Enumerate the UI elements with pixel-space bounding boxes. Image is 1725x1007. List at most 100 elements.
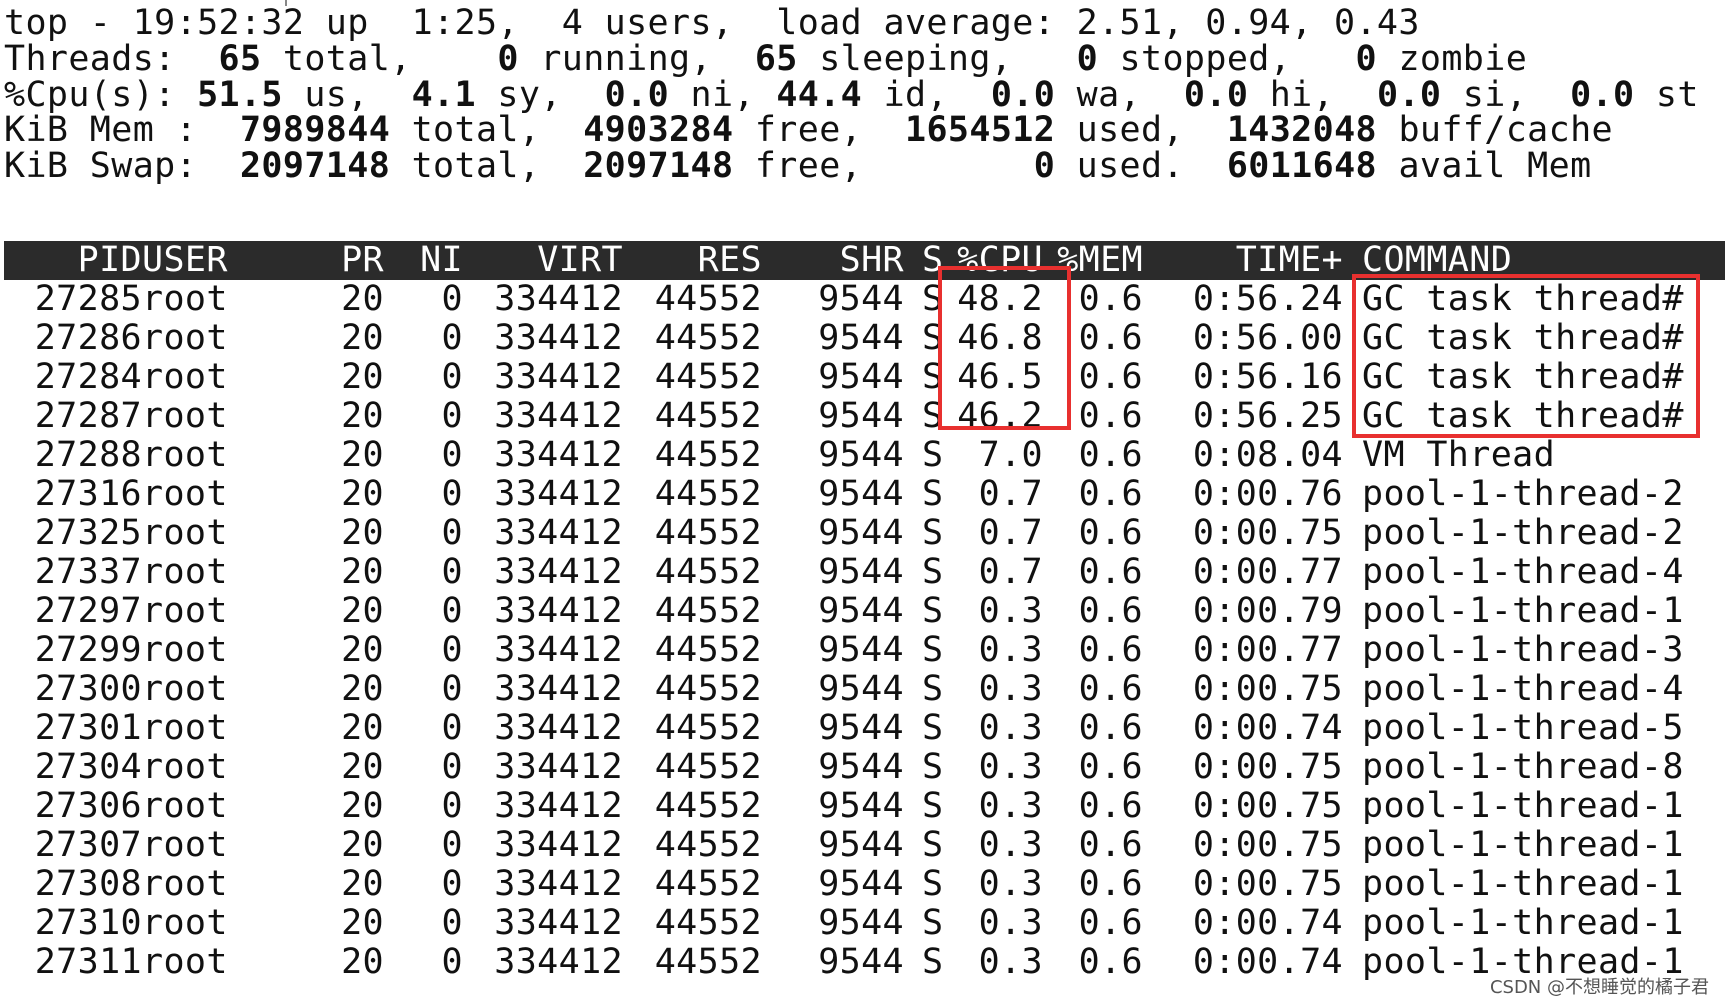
cell-pr: 20 — [341, 903, 384, 943]
top-uptime-line: top - 19:52:32 up 1:25, 4 users, load av… — [4, 3, 1420, 43]
cell-time: 0:00.74 — [1192, 942, 1343, 982]
table-row[interactable]: 27288 root 20 0 334412 44552 9544 S 7.0 0.6 0:08.0… — [0, 436, 1725, 475]
cell-pr: 20 — [341, 474, 384, 514]
table-row[interactable]: 27301 root 20 0 334412 44552 9544 S 0.3 0.6 0:00.7… — [0, 709, 1725, 748]
cell-ni: 0 — [441, 864, 463, 904]
cell-ni: 0 — [441, 552, 463, 592]
cell-state: S — [922, 903, 944, 943]
cell-time: 0:00.75 — [1192, 747, 1343, 787]
cell-state: S — [922, 513, 944, 553]
table-row[interactable]: 27310 root 20 0 334412 44552 9544 S 0.3 0.6 0:00.7… — [0, 904, 1725, 943]
cell-res: 44552 — [654, 435, 762, 475]
cell-time: 0:56.24 — [1192, 279, 1343, 319]
cell-res: 44552 — [654, 552, 762, 592]
cell-command: pool-1-thread-4 — [1362, 669, 1684, 709]
cell-pr: 20 — [341, 318, 384, 358]
cell-time: 0:56.00 — [1192, 318, 1343, 358]
cell-res: 44552 — [654, 942, 762, 982]
cell-virt: 334412 — [494, 669, 623, 709]
cell-pid: 27306 — [34, 786, 142, 826]
threads-summary-line: Threads: 65 total, 0 running, 65 sleepin… — [4, 39, 1528, 79]
cell-shr: 9544 — [818, 942, 904, 982]
cell-state: S — [922, 669, 944, 709]
cell-shr: 9544 — [818, 435, 904, 475]
table-row[interactable]: 27311 root 20 0 334412 44552 9544 S 0.3 0.6 0:00.7… — [0, 943, 1725, 982]
cell-ni: 0 — [441, 513, 463, 553]
cell-res: 44552 — [654, 747, 762, 787]
cpu-highlight-box — [938, 266, 1071, 430]
cell-state: S — [922, 942, 944, 982]
cell-pid: 27299 — [34, 630, 142, 670]
cell-mem: 0.6 — [1078, 552, 1143, 592]
cell-ni: 0 — [441, 396, 463, 436]
cell-shr: 9544 — [818, 825, 904, 865]
cell-cpu: 0.7 — [978, 552, 1043, 592]
cell-ni: 0 — [441, 591, 463, 631]
cell-time: 0:56.25 — [1192, 396, 1343, 436]
cell-virt: 334412 — [494, 708, 623, 748]
table-row[interactable]: 27316 root 20 0 334412 44552 9544 S 0.7 0.6 0:00.7… — [0, 475, 1725, 514]
table-row[interactable]: 27307 root 20 0 334412 44552 9544 S 0.3 0.6 0:00.7… — [0, 826, 1725, 865]
cell-virt: 334412 — [494, 318, 623, 358]
cell-user: root — [142, 513, 228, 553]
cell-pid: 27288 — [34, 435, 142, 475]
cell-res: 44552 — [654, 357, 762, 397]
cell-virt: 334412 — [494, 357, 623, 397]
cell-ni: 0 — [441, 942, 463, 982]
cell-shr: 9544 — [818, 669, 904, 709]
cell-command: pool-1-thread-1 — [1362, 591, 1684, 631]
cell-state: S — [922, 747, 944, 787]
cell-mem: 0.6 — [1078, 396, 1143, 436]
cell-pid: 27316 — [34, 474, 142, 514]
swap-summary-line: KiB Swap: 2097148 total, 2097148 free, 0… — [4, 146, 1592, 186]
cell-pr: 20 — [341, 435, 384, 475]
table-row[interactable]: 27304 root 20 0 334412 44552 9544 S 0.3 0.6 0:00.7… — [0, 748, 1725, 787]
cell-mem: 0.6 — [1078, 318, 1143, 358]
cell-pid: 27337 — [34, 552, 142, 592]
cell-command: pool-1-thread-1 — [1362, 864, 1684, 904]
table-row[interactable]: 27325 root 20 0 334412 44552 9544 S 0.7 0.6 0:00.7… — [0, 514, 1725, 553]
cell-shr: 9544 — [818, 903, 904, 943]
cell-shr: 9544 — [818, 708, 904, 748]
cell-cpu: 0.7 — [978, 474, 1043, 514]
cell-state: S — [922, 552, 944, 592]
cell-time: 0:00.75 — [1192, 864, 1343, 904]
cell-res: 44552 — [654, 903, 762, 943]
cell-shr: 9544 — [818, 513, 904, 553]
cell-cpu: 0.3 — [978, 942, 1043, 982]
table-row[interactable]: 27300 root 20 0 334412 44552 9544 S 0.3 0.6 0:00.7… — [0, 670, 1725, 709]
cell-pid: 27287 — [34, 396, 142, 436]
mem-summary-line: KiB Mem : 7989844 total, 4903284 free, 1… — [4, 110, 1613, 150]
cell-pr: 20 — [341, 396, 384, 436]
column-header-shr: SHR — [839, 240, 904, 280]
cell-cpu: 0.3 — [978, 630, 1043, 670]
table-row[interactable]: 27308 root 20 0 334412 44552 9544 S 0.3 0.6 0:00.7… — [0, 865, 1725, 904]
cell-mem: 0.6 — [1078, 435, 1143, 475]
cell-ni: 0 — [441, 279, 463, 319]
table-row[interactable]: 27306 root 20 0 334412 44552 9544 S 0.3 0.6 0:00.7… — [0, 787, 1725, 826]
cell-state: S — [922, 591, 944, 631]
cell-res: 44552 — [654, 669, 762, 709]
cell-time: 0:00.79 — [1192, 591, 1343, 631]
cell-state: S — [922, 435, 944, 475]
table-row[interactable]: 27299 root 20 0 334412 44552 9544 S 0.3 0.6 0:00.7… — [0, 631, 1725, 670]
cell-shr: 9544 — [818, 279, 904, 319]
cell-time: 0:00.75 — [1192, 669, 1343, 709]
cell-ni: 0 — [441, 630, 463, 670]
cell-virt: 334412 — [494, 279, 623, 319]
cell-state: S — [922, 708, 944, 748]
cell-cpu: 0.3 — [978, 864, 1043, 904]
cell-virt: 334412 — [494, 747, 623, 787]
cell-pid: 27304 — [34, 747, 142, 787]
table-row[interactable]: 27297 root 20 0 334412 44552 9544 S 0.3 0.6 0:00.7… — [0, 592, 1725, 631]
column-header-time: TIME+ — [1235, 240, 1343, 280]
cell-cpu: 0.3 — [978, 903, 1043, 943]
table-row[interactable]: 27337 root 20 0 334412 44552 9544 S 0.7 0.6 0:00.7… — [0, 553, 1725, 592]
column-header-pr: PR — [341, 240, 384, 280]
column-header-res: RES — [697, 240, 762, 280]
cell-res: 44552 — [654, 513, 762, 553]
cell-mem: 0.6 — [1078, 357, 1143, 397]
cell-res: 44552 — [654, 474, 762, 514]
terminal-window[interactable]: top - 19:52:32 up 1:25, 4 users, load av… — [0, 0, 1725, 1007]
cell-pr: 20 — [341, 357, 384, 397]
